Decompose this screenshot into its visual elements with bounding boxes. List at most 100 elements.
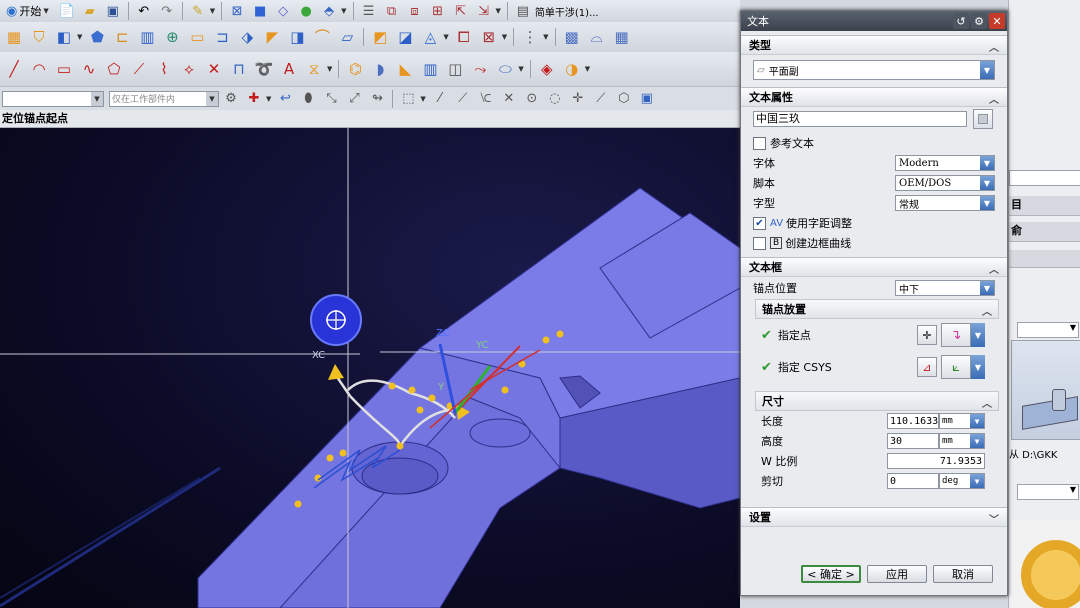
- studio-surface-icon[interactable]: ▥: [418, 57, 442, 81]
- thicken-icon[interactable]: ⬭: [493, 57, 517, 81]
- graphics-viewport[interactable]: ZC YC XC Y: [0, 128, 740, 608]
- select-filter-icon[interactable]: ⚙: [220, 89, 242, 109]
- line-icon[interactable]: ╱: [2, 57, 26, 81]
- start-menu-button[interactable]: ◉ 开始 ▼: [2, 3, 55, 19]
- script-select[interactable]: OEM/DOS ▼: [895, 175, 995, 191]
- dialog-titlebar[interactable]: 文本 ↺ ⚙ ✕: [741, 11, 1007, 31]
- close-icon[interactable]: ✕: [989, 13, 1005, 29]
- lower-combo[interactable]: ▼: [1017, 484, 1079, 500]
- offset-curve-icon[interactable]: ⟋: [127, 57, 151, 81]
- n-sided-icon[interactable]: ◫: [443, 57, 467, 81]
- csys-dialog-button[interactable]: ⊿: [917, 357, 937, 377]
- chamfer-icon[interactable]: ◩: [368, 25, 392, 49]
- point-on-curve-icon[interactable]: ⟋: [590, 89, 612, 109]
- constraint-icon[interactable]: ⧈: [404, 1, 426, 21]
- draft-icon[interactable]: ◬: [418, 25, 442, 49]
- csys-type-button[interactable]: ⟀: [941, 355, 971, 379]
- control-point-icon[interactable]: ⟈: [475, 89, 497, 109]
- snap-body-icon[interactable]: ⬮: [297, 89, 319, 109]
- snap-arrow-icon[interactable]: ↩: [274, 89, 296, 109]
- panel-row-3[interactable]: [1009, 250, 1080, 268]
- blend-icon[interactable]: ▱: [335, 25, 359, 49]
- preview-combo[interactable]: ▼: [1017, 322, 1079, 338]
- brush-icon[interactable]: ✎: [187, 1, 209, 21]
- trim-curve-icon[interactable]: ⧖: [302, 57, 326, 81]
- pad-icon[interactable]: ▭: [185, 25, 209, 49]
- height-input[interactable]: 30: [887, 433, 939, 449]
- text-input[interactable]: 中国三玖: [753, 111, 967, 127]
- inferred-point-dropdown[interactable]: ▼: [971, 323, 985, 347]
- surface-icon[interactable]: ⌓: [585, 25, 609, 49]
- panel-row-2[interactable]: 俞: [1009, 222, 1080, 242]
- settings-gear-icon[interactable]: ⚙: [971, 13, 987, 29]
- new-file-icon[interactable]: 📄: [56, 1, 78, 21]
- hole-icon[interactable]: ⛉: [27, 25, 51, 49]
- block-icon[interactable]: ◧: [52, 25, 76, 49]
- cancel-button[interactable]: 取消: [933, 565, 993, 583]
- section-type-header[interactable]: 类型 ︿: [741, 35, 1007, 55]
- scope-filter-combo[interactable]: 仅在工作部件内 ▼: [109, 90, 219, 107]
- trim-body-icon[interactable]: ⧠: [452, 25, 476, 49]
- move-icon[interactable]: ⇱: [450, 1, 472, 21]
- csys-type-dropdown[interactable]: ▼: [971, 355, 985, 379]
- type-filter-combo[interactable]: ▼: [2, 90, 104, 107]
- rectangle-icon[interactable]: ▭: [52, 57, 76, 81]
- mesh-icon[interactable]: ▩: [560, 25, 584, 49]
- text-options-button[interactable]: [973, 109, 993, 129]
- arrow-cube-icon[interactable]: ⬘: [318, 1, 340, 21]
- arc-icon[interactable]: ◠: [27, 57, 51, 81]
- intersection-point-icon[interactable]: ✕: [498, 89, 520, 109]
- interference-icon[interactable]: ▤: [512, 1, 534, 21]
- midpoint-icon[interactable]: ⟋: [452, 89, 474, 109]
- emboss-icon[interactable]: ⬟: [85, 25, 109, 49]
- section-text-box-header[interactable]: 文本框 ︿: [741, 257, 1007, 277]
- snap-face-icon[interactable]: ⤢: [343, 89, 365, 109]
- face-analysis-icon[interactable]: ◑: [560, 57, 584, 81]
- arc-center-icon[interactable]: ⊙: [521, 89, 543, 109]
- law-curve-icon[interactable]: ◈: [535, 57, 559, 81]
- font-select[interactable]: Modern ▼: [895, 155, 995, 171]
- grid-surface-icon[interactable]: ▦: [610, 25, 634, 49]
- snap-feature-icon[interactable]: ↬: [366, 89, 388, 109]
- groove-icon[interactable]: ⬗: [235, 25, 259, 49]
- point-dialog-button[interactable]: ✛: [917, 325, 937, 345]
- anchor-pos-select[interactable]: 中下 ▼: [895, 280, 995, 296]
- spline-icon[interactable]: ∿: [77, 57, 101, 81]
- bridge-icon[interactable]: ⌇: [152, 57, 176, 81]
- quadrant-icon[interactable]: ◌: [544, 89, 566, 109]
- ok-button[interactable]: < 确定 >: [801, 565, 861, 583]
- kerning-checkbox[interactable]: ✔: [753, 216, 766, 230]
- layers-icon[interactable]: ☰: [358, 1, 380, 21]
- helix-icon[interactable]: ➰: [252, 57, 276, 81]
- height-unit-select[interactable]: mm ▼: [939, 433, 985, 449]
- text-tool-icon[interactable]: A: [277, 57, 301, 81]
- section-settings-header[interactable]: 设置 ﹀: [741, 507, 1007, 527]
- boss-icon[interactable]: ⊕: [160, 25, 184, 49]
- project-icon[interactable]: ⟡: [177, 57, 201, 81]
- pocket-icon[interactable]: ⊏: [110, 25, 134, 49]
- save-icon[interactable]: ▣: [102, 1, 124, 21]
- type-select[interactable]: ▱ 平面副 ▼: [753, 60, 995, 80]
- box-select-icon[interactable]: ⬚: [397, 89, 419, 109]
- slot-icon[interactable]: ⊐: [210, 25, 234, 49]
- shell-icon[interactable]: ◪: [393, 25, 417, 49]
- through-curves-icon[interactable]: ◣: [393, 57, 417, 81]
- open-folder-icon[interactable]: ▰: [79, 1, 101, 21]
- measure-icon[interactable]: ⋮: [518, 25, 542, 49]
- shear-input[interactable]: 0: [887, 473, 939, 489]
- snap-edge-icon[interactable]: ⤡: [320, 89, 342, 109]
- simple-interference-label[interactable]: 简单干涉(1)...: [535, 4, 599, 19]
- sphere-icon[interactable]: ●: [295, 1, 317, 21]
- dart-icon[interactable]: ◤: [260, 25, 284, 49]
- anchor-place-header[interactable]: 锚点放置 ︿: [755, 299, 999, 319]
- section-text-props-header[interactable]: 文本属性 ︿: [741, 87, 1007, 107]
- align-icon[interactable]: ⇲: [473, 1, 495, 21]
- rib-icon[interactable]: ◨: [285, 25, 309, 49]
- bead-icon[interactable]: ⌒: [310, 25, 334, 49]
- sweep-icon[interactable]: ⌬: [343, 57, 367, 81]
- apply-button[interactable]: 应用: [867, 565, 927, 583]
- ref-text-checkbox[interactable]: [753, 136, 766, 150]
- length-unit-select[interactable]: mm ▼: [939, 413, 985, 429]
- extension-icon[interactable]: ⤳: [468, 57, 492, 81]
- point-on-face-icon[interactable]: ⬡: [613, 89, 635, 109]
